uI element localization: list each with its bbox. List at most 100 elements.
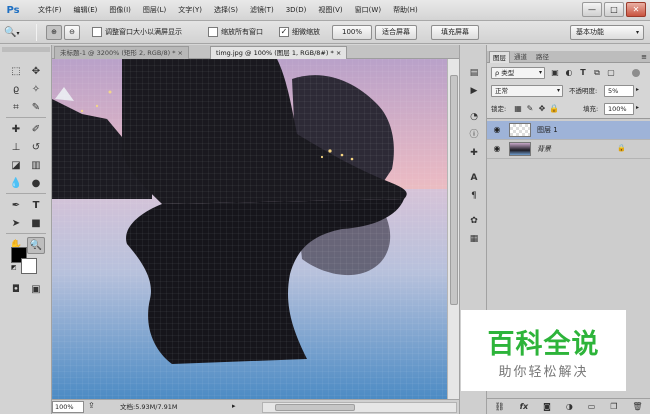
filter-type-icon[interactable]: T [578,67,588,79]
group-icon[interactable]: ▭ [588,402,596,411]
swap-colors-icon[interactable]: ⤡ [31,244,36,252]
pen-tool-icon[interactable]: ✒ [7,197,25,214]
menu-edit[interactable]: 编辑(E) [68,0,104,21]
shape-tool-icon[interactable]: ■ [27,215,45,232]
swatches-panel-icon[interactable]: ✿ [465,213,483,229]
character-panel-icon[interactable]: A [465,170,483,186]
filter-shape-icon[interactable]: ⧉ [592,67,602,79]
lock-transparent-icon[interactable]: ▦ [513,103,523,115]
menu-filter[interactable]: 滤镜(T) [244,0,280,21]
status-menu-arrow-icon[interactable]: ▸ [232,402,236,410]
actual-pixels-button[interactable]: 100% [332,25,372,40]
fx-icon[interactable]: fx [520,402,529,411]
menu-3d[interactable]: 3D(D) [280,0,313,21]
mask-icon[interactable]: ◙ [543,402,551,411]
info-panel-icon[interactable]: ⓘ [465,127,483,143]
vertical-scrollbar[interactable] [447,59,459,399]
opacity-input[interactable]: 5% [604,85,634,97]
new-layer-icon[interactable]: ❐ [610,402,617,411]
type-tool-icon[interactable]: T [27,197,45,214]
workspace-select[interactable]: 基本功能 ▾ [570,25,644,40]
layer-row[interactable]: ◉ 背景 🔒 [487,140,650,159]
maximize-button[interactable]: □ [604,2,624,17]
gradient-tool-icon[interactable]: ▥ [27,157,45,174]
zoom-in-button[interactable]: ⊕ [46,25,62,40]
quick-mask-icon[interactable]: ◘ [7,281,25,298]
marquee-tool-icon[interactable]: ⬚ [7,63,25,80]
eye-icon[interactable]: ◉ [491,124,503,136]
move-tool-icon[interactable]: ✥ [27,63,45,80]
close-icon[interactable]: × [178,49,183,57]
opacity-arrow-icon[interactable]: ▸ [636,86,639,93]
lock-position-icon[interactable]: ✥ [537,103,547,115]
crop-tool-icon[interactable]: ⌗ [7,99,25,116]
toolbox-grip[interactable] [2,47,50,52]
eraser-tool-icon[interactable]: ◪ [7,157,25,174]
tool-preset-picker[interactable]: 🔍▾ [4,25,32,40]
menu-file[interactable]: 文件(F) [32,0,68,21]
layer-name[interactable]: 背景 [537,140,551,159]
brush-tool-icon[interactable]: ✐ [27,121,45,138]
styles-panel-icon[interactable]: ▦ [465,231,483,247]
fit-screen-button[interactable]: 适合屏幕 [375,25,417,40]
default-colors-icon[interactable]: ◩ [11,264,17,271]
screen-mode-icon[interactable]: ▣ [27,281,45,298]
tab-paths[interactable]: 路径 [533,51,552,63]
tab-timg[interactable]: timg.jpg @ 100% (图层 1, RGB/8#) * × [210,46,348,59]
document-canvas[interactable] [52,59,447,399]
menu-layer[interactable]: 图层(L) [137,0,172,21]
menu-view[interactable]: 视图(V) [312,0,348,21]
fill-screen-button[interactable]: 填充屏幕 [431,25,479,40]
path-selection-tool-icon[interactable]: ➤ [7,215,25,232]
layer-name[interactable]: 图层 1 [537,121,558,140]
zoom-level-field[interactable]: 100% [52,401,84,413]
history-brush-tool-icon[interactable]: ↺ [27,139,45,156]
trash-icon[interactable]: 🗑 [632,402,642,411]
menu-type[interactable]: 文字(Y) [172,0,208,21]
zoom-all-checkbox[interactable] [208,27,218,37]
lasso-tool-icon[interactable]: ϱ [7,81,25,98]
layer-filter-select[interactable]: ρ 类型 ▾ [491,67,545,79]
export-icon[interactable]: ⇪ [88,401,95,410]
lock-all-icon[interactable]: 🔒 [549,103,559,115]
close-button[interactable]: ✕ [626,2,646,17]
lock-image-icon[interactable]: ✎ [525,103,535,115]
dodge-tool-icon[interactable]: ● [27,175,45,192]
magic-wand-tool-icon[interactable]: ✧ [27,81,45,98]
eye-icon[interactable]: ◉ [491,143,503,155]
properties-panel-icon[interactable]: ◔ [465,109,483,125]
zoom-tool-icon[interactable]: 🔍 [27,237,45,254]
adjustments-panel-icon[interactable]: ✚ [465,145,483,161]
adjustment-icon[interactable]: ◑ [566,402,573,411]
actions-panel-icon[interactable]: ▶ [465,83,483,99]
clone-stamp-tool-icon[interactable]: ⊥ [7,139,25,156]
blur-tool-icon[interactable]: 💧 [7,175,25,192]
menu-help[interactable]: 帮助(H) [387,0,424,21]
panel-menu-icon[interactable]: ≡ [641,51,647,63]
link-icon[interactable]: ⛓ [494,402,504,411]
fill-input[interactable]: 100% [604,103,634,115]
scrubby-zoom-checkbox[interactable]: ✓ [279,27,289,37]
filter-pixel-icon[interactable]: ▣ [550,67,560,79]
tab-channels[interactable]: 通道 [511,51,530,63]
close-icon[interactable]: × [336,49,341,57]
menu-select[interactable]: 选择(S) [208,0,244,21]
horizontal-scrollbar[interactable] [262,402,457,413]
filter-adjustment-icon[interactable]: ◐ [564,67,574,79]
horizontal-scroll-thumb[interactable] [275,404,355,411]
eyedropper-tool-icon[interactable]: ✎ [27,99,45,116]
zoom-out-button[interactable]: ⊖ [64,25,80,40]
minimize-button[interactable]: — [582,2,602,17]
menu-image[interactable]: 图像(I) [103,0,137,21]
tab-layers[interactable]: 图层 [489,51,510,63]
blend-mode-select[interactable]: 正常 ▾ [491,85,563,97]
healing-brush-tool-icon[interactable]: ✚ [7,121,25,138]
filter-smart-object-icon[interactable]: ▢ [606,67,616,79]
tab-untitled-1[interactable]: 未标题-1 @ 3200% (矩形 2, RGB/8) * × [54,46,189,59]
resize-windows-checkbox[interactable] [92,27,102,37]
fill-arrow-icon[interactable]: ▸ [636,104,639,111]
vertical-scroll-thumb[interactable] [450,75,458,305]
paragraph-panel-icon[interactable]: ¶ [465,188,483,204]
layer-row[interactable]: ◉ 图层 1 [487,121,650,140]
history-panel-icon[interactable]: ▤ [465,65,483,81]
